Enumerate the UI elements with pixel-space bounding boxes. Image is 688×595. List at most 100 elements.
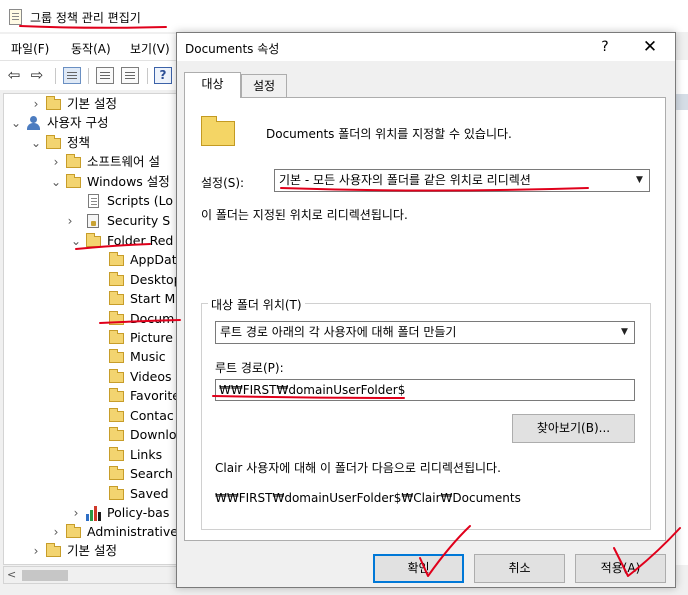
tree-node-label: Security S bbox=[107, 213, 171, 228]
folder-description: Documents 폴더의 위치를 지정할 수 있습니다. bbox=[266, 127, 512, 141]
folder-icon bbox=[46, 96, 61, 110]
tree-node-label: Links bbox=[130, 447, 163, 462]
toolbar-separator bbox=[88, 68, 89, 84]
toolbar-separator bbox=[55, 68, 56, 84]
menu-action[interactable]: 동작(A) bbox=[71, 40, 111, 57]
tree-node-label: Contac bbox=[130, 408, 174, 423]
redirect-path: ₩₩FIRST₩domainUserFolder$₩Clair₩Document… bbox=[215, 491, 521, 505]
folder-icon bbox=[109, 466, 124, 480]
folder-icon bbox=[109, 486, 124, 500]
tree-node-label: 소프트웨어 설 bbox=[87, 154, 160, 169]
collapse-icon[interactable]: ⌄ bbox=[30, 133, 42, 153]
script-icon bbox=[88, 194, 99, 208]
user-icon bbox=[26, 116, 41, 131]
tab-target[interactable]: 대상 bbox=[184, 72, 241, 98]
folder-icon bbox=[109, 427, 124, 441]
folder-icon bbox=[46, 135, 61, 149]
chevron-down-icon[interactable]: ▼ bbox=[631, 171, 648, 190]
folder-icon bbox=[109, 311, 124, 325]
folder-icon bbox=[109, 349, 124, 363]
ok-button[interactable]: 확인 bbox=[373, 554, 464, 583]
browse-button[interactable]: 찾아보기(B)... bbox=[512, 414, 635, 443]
tree-node-label: Folder Red bbox=[107, 233, 174, 248]
cancel-button[interactable]: 취소 bbox=[474, 554, 565, 583]
expand-icon[interactable]: › bbox=[70, 503, 82, 523]
tree-horizontal-scrollbar[interactable]: < bbox=[3, 566, 180, 584]
help-icon[interactable]: ? bbox=[154, 67, 172, 84]
toolbar-separator bbox=[147, 68, 148, 84]
collapse-icon[interactable]: ⌄ bbox=[50, 172, 62, 192]
expand-icon[interactable]: › bbox=[30, 94, 42, 114]
folder-icon bbox=[109, 330, 124, 344]
chart-icon bbox=[86, 506, 102, 521]
tree-node-label: Windows 설정 bbox=[87, 174, 170, 189]
editor-title: 그룹 정책 관리 편집기 bbox=[30, 11, 141, 25]
forward-arrow-icon[interactable]: ⇨ bbox=[28, 67, 46, 84]
properties-icon[interactable] bbox=[96, 67, 114, 84]
editor-menu-bar: 파일(F) 동작(A) 보기(V) bbox=[0, 34, 180, 60]
target-location-dropdown[interactable]: 루트 경로 아래의 각 사용자에 대해 폴더 만들기 ▼ bbox=[215, 321, 635, 344]
expand-icon[interactable]: › bbox=[50, 522, 62, 542]
editor-toolbar: ⇦ ⇨ ? bbox=[0, 60, 180, 90]
folder-icon bbox=[86, 233, 101, 247]
target-tab-panel: Documents 폴더의 위치를 지정할 수 있습니다. 설정(S): 기본 … bbox=[184, 97, 666, 541]
redirect-note: Clair 사용자에 대해 이 폴더가 다음으로 리디렉션됩니다. bbox=[215, 461, 501, 475]
tab-settings[interactable]: 설정 bbox=[241, 74, 287, 98]
menu-view[interactable]: 보기(V) bbox=[130, 40, 170, 57]
root-path-input[interactable]: ₩₩FIRST₩domainUserFolder$ bbox=[215, 379, 635, 401]
tree-node-label: Search bbox=[130, 466, 173, 481]
tree-node-label: Docum bbox=[130, 311, 175, 326]
dialog-title-bar: Documents 속성 ? ✕ bbox=[177, 33, 675, 61]
folder-icon bbox=[66, 154, 81, 168]
tree-node-label: Music bbox=[130, 349, 166, 364]
folder-icon bbox=[109, 447, 124, 461]
scroll-left-icon[interactable]: < bbox=[7, 568, 16, 581]
expand-icon[interactable]: › bbox=[50, 152, 62, 172]
tree-node-label: Saved bbox=[130, 486, 169, 501]
menu-file[interactable]: 파일(F) bbox=[11, 40, 49, 57]
tree-node-label: 기본 설정 bbox=[67, 543, 117, 558]
help-icon[interactable]: ? bbox=[595, 37, 615, 57]
expand-icon[interactable]: › bbox=[30, 541, 42, 561]
collapse-icon[interactable]: ⌄ bbox=[10, 113, 22, 133]
apply-button[interactable]: 적용(A) bbox=[575, 554, 666, 583]
tree-node-label: Scripts (Lo bbox=[107, 193, 174, 208]
setting-dropdown[interactable]: 기본 - 모든 사용자의 폴더를 같은 위치로 리디렉션 ▼ bbox=[274, 169, 650, 192]
documents-properties-dialog: Documents 속성 ? ✕ 대상 설정 Documents 폴더의 위치를… bbox=[176, 32, 676, 588]
target-location-value: 루트 경로 아래의 각 사용자에 대해 폴더 만들기 bbox=[220, 325, 457, 339]
setting-note: 이 폴더는 지정된 위치로 리디렉션됩니다. bbox=[201, 208, 408, 222]
target-folder-location-group: 대상 폴더 위치(T) 루트 경로 아래의 각 사용자에 대해 폴더 만들기 ▼… bbox=[201, 296, 651, 530]
root-path-label: 루트 경로(P): bbox=[215, 361, 284, 375]
tree-node-label: AppDat bbox=[130, 252, 177, 267]
tree-node-label: Administrative bbox=[87, 524, 178, 539]
tree-node-label: Favorite bbox=[130, 388, 180, 403]
folder-icon bbox=[201, 116, 235, 146]
back-arrow-icon[interactable]: ⇦ bbox=[5, 67, 23, 84]
details-pane-edge bbox=[676, 60, 688, 565]
chevron-down-icon[interactable]: ▼ bbox=[616, 323, 633, 342]
security-icon bbox=[87, 214, 99, 228]
folder-icon bbox=[66, 524, 81, 538]
tree-node-label: Downlo bbox=[130, 427, 177, 442]
scrollbar-thumb[interactable] bbox=[22, 570, 68, 581]
export-list-icon[interactable] bbox=[121, 67, 139, 84]
policy-editor-icon bbox=[9, 9, 22, 25]
expand-icon[interactable]: › bbox=[64, 211, 76, 231]
tree-node-label: Picture bbox=[130, 330, 173, 345]
folder-icon bbox=[109, 252, 124, 266]
policy-tree[interactable]: › 기본 설정 ⌄ 사용자 구성 ⌄ 정책 › 소프트웨어 설 ⌄ Window… bbox=[3, 93, 180, 565]
tree-node-label: 정책 bbox=[67, 135, 91, 150]
collapse-icon[interactable]: ⌄ bbox=[70, 231, 82, 251]
tree-node-label: Start M bbox=[130, 291, 176, 306]
close-icon[interactable]: ✕ bbox=[640, 37, 660, 57]
setting-label: 설정(S): bbox=[201, 176, 245, 190]
tree-node-label: Videos bbox=[130, 369, 172, 384]
folder-icon bbox=[109, 291, 124, 305]
editor-title-bar: 그룹 정책 관리 편집기 bbox=[0, 0, 688, 32]
tree-node-label: Policy-bas bbox=[107, 505, 170, 520]
tree-node-label: 기본 설정 bbox=[67, 96, 117, 111]
dialog-title: Documents 속성 bbox=[185, 42, 280, 56]
folder-icon bbox=[109, 272, 124, 286]
setting-dropdown-value: 기본 - 모든 사용자의 폴더를 같은 위치로 리디렉션 bbox=[279, 173, 531, 187]
show-tree-icon[interactable] bbox=[63, 67, 81, 84]
